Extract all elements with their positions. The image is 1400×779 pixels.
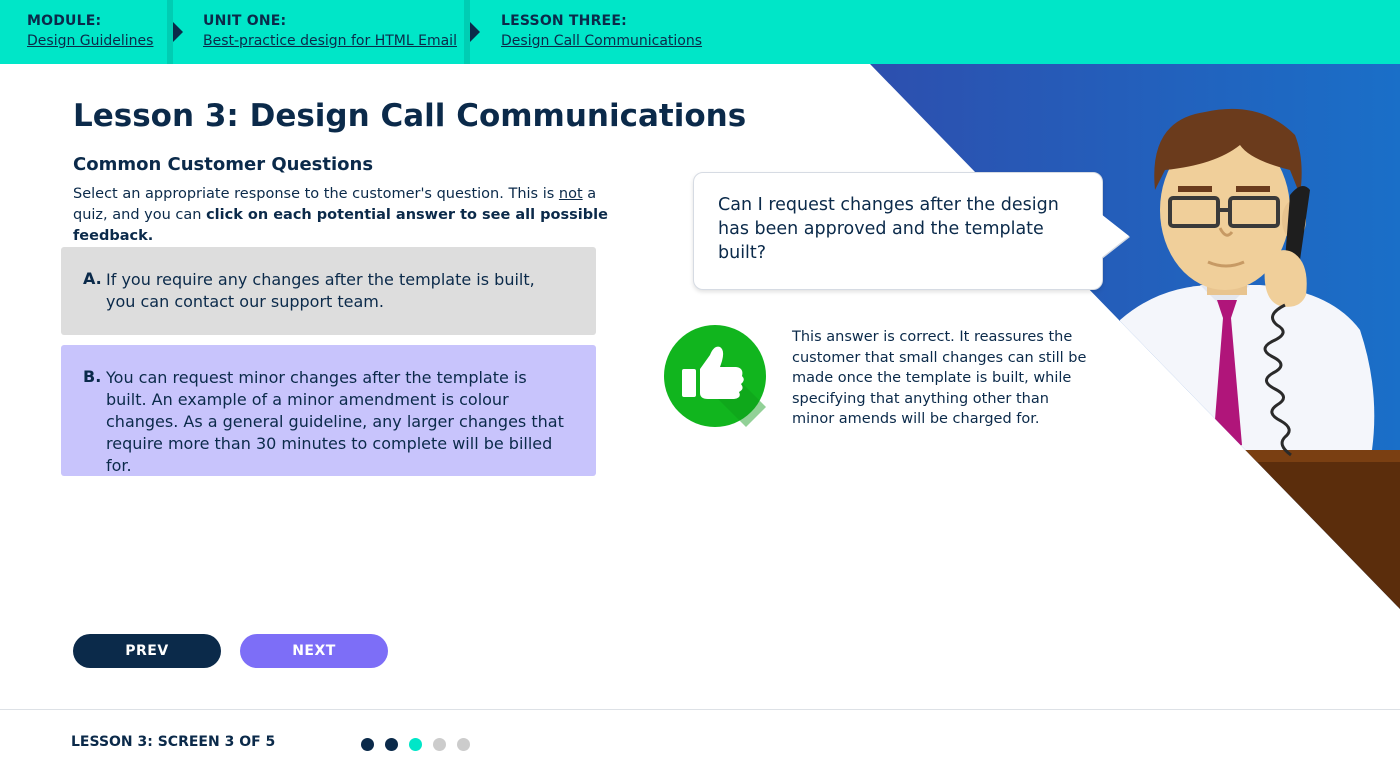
hand: [1264, 250, 1307, 307]
breadcrumb-module-link[interactable]: Design Guidelines: [27, 33, 153, 49]
answer-text: You can request minor changes after the …: [106, 368, 564, 475]
section-subtitle: Common Customer Questions: [73, 154, 374, 175]
screen-progress-label: LESSON 3: SCREEN 3 OF 5: [71, 734, 276, 750]
answer-option-a[interactable]: A. If you require any changes after the …: [61, 247, 596, 335]
next-button[interactable]: NEXT: [240, 634, 388, 668]
feedback-text: This answer is correct. It reassures the…: [792, 329, 1087, 427]
breadcrumb-unit-label: UNIT ONE:: [203, 13, 287, 29]
breadcrumb-lesson-label: LESSON THREE:: [501, 13, 627, 29]
breadcrumb-bar: MODULE: Design Guidelines UNIT ONE: Best…: [0, 0, 1400, 64]
face: [1160, 130, 1290, 290]
answer-option-b[interactable]: B. You can request minor changes after t…: [61, 345, 596, 476]
progress-dot-1[interactable]: [361, 738, 374, 751]
progress-dot-2[interactable]: [385, 738, 398, 751]
breadcrumb-arrow-icon: [173, 22, 183, 42]
answer-letter: B.: [83, 367, 102, 386]
answer-letter: A.: [83, 269, 102, 288]
progress-dot-5[interactable]: [457, 738, 470, 751]
breadcrumb-module-label: MODULE:: [27, 13, 102, 29]
desk: [1100, 450, 1400, 609]
footer-divider: [0, 709, 1400, 710]
breadcrumb-unit-link[interactable]: Best-practice design for HTML Email: [203, 33, 457, 49]
answer-text: If you require any changes after the tem…: [106, 270, 535, 311]
breadcrumb-module: MODULE: Design Guidelines: [27, 0, 153, 64]
progress-dot-4[interactable]: [433, 738, 446, 751]
thumbs-up-icon: [664, 325, 766, 427]
tie: [1213, 300, 1242, 450]
phone-handset-icon: [1285, 186, 1310, 263]
shirt: [1120, 285, 1375, 450]
speech-bubble-tail: [1101, 214, 1129, 258]
breadcrumb-lesson: LESSON THREE: Design Call Communications: [501, 0, 702, 64]
instructions: Select an appropriate response to the cu…: [73, 184, 633, 247]
instructions-text: Select an appropriate response to the cu…: [73, 186, 559, 202]
instructions-emphasis: not: [558, 186, 583, 202]
progress-dot-3[interactable]: [409, 738, 422, 751]
prev-button[interactable]: PREV: [73, 634, 221, 668]
breadcrumb-arrow-icon: [470, 22, 480, 42]
hair: [1154, 108, 1302, 195]
breadcrumb-lesson-link[interactable]: Design Call Communications: [501, 33, 702, 49]
customer-question-bubble: Can I request changes after the design h…: [693, 172, 1103, 290]
page-title: Lesson 3: Design Call Communications: [73, 98, 747, 134]
breadcrumb-unit: UNIT ONE: Best-practice design for HTML …: [203, 0, 457, 64]
